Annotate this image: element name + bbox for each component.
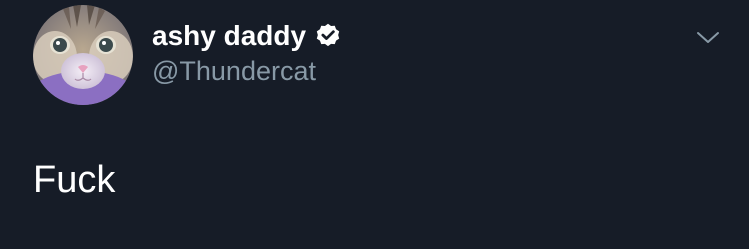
author-display-name[interactable]: ashy daddy — [152, 16, 306, 56]
author-name-row: ashy daddy — [152, 16, 342, 56]
chevron-down-icon[interactable] — [695, 27, 721, 47]
verified-badge-icon — [316, 23, 340, 47]
author-handle[interactable]: @Thundercat — [152, 52, 316, 90]
tweet-card: ashy daddy @Thundercat Fuck — [0, 0, 749, 249]
avatar[interactable] — [33, 5, 133, 105]
tweet-text: Fuck — [33, 159, 116, 201]
cat-face-avatar-icon — [33, 5, 133, 105]
